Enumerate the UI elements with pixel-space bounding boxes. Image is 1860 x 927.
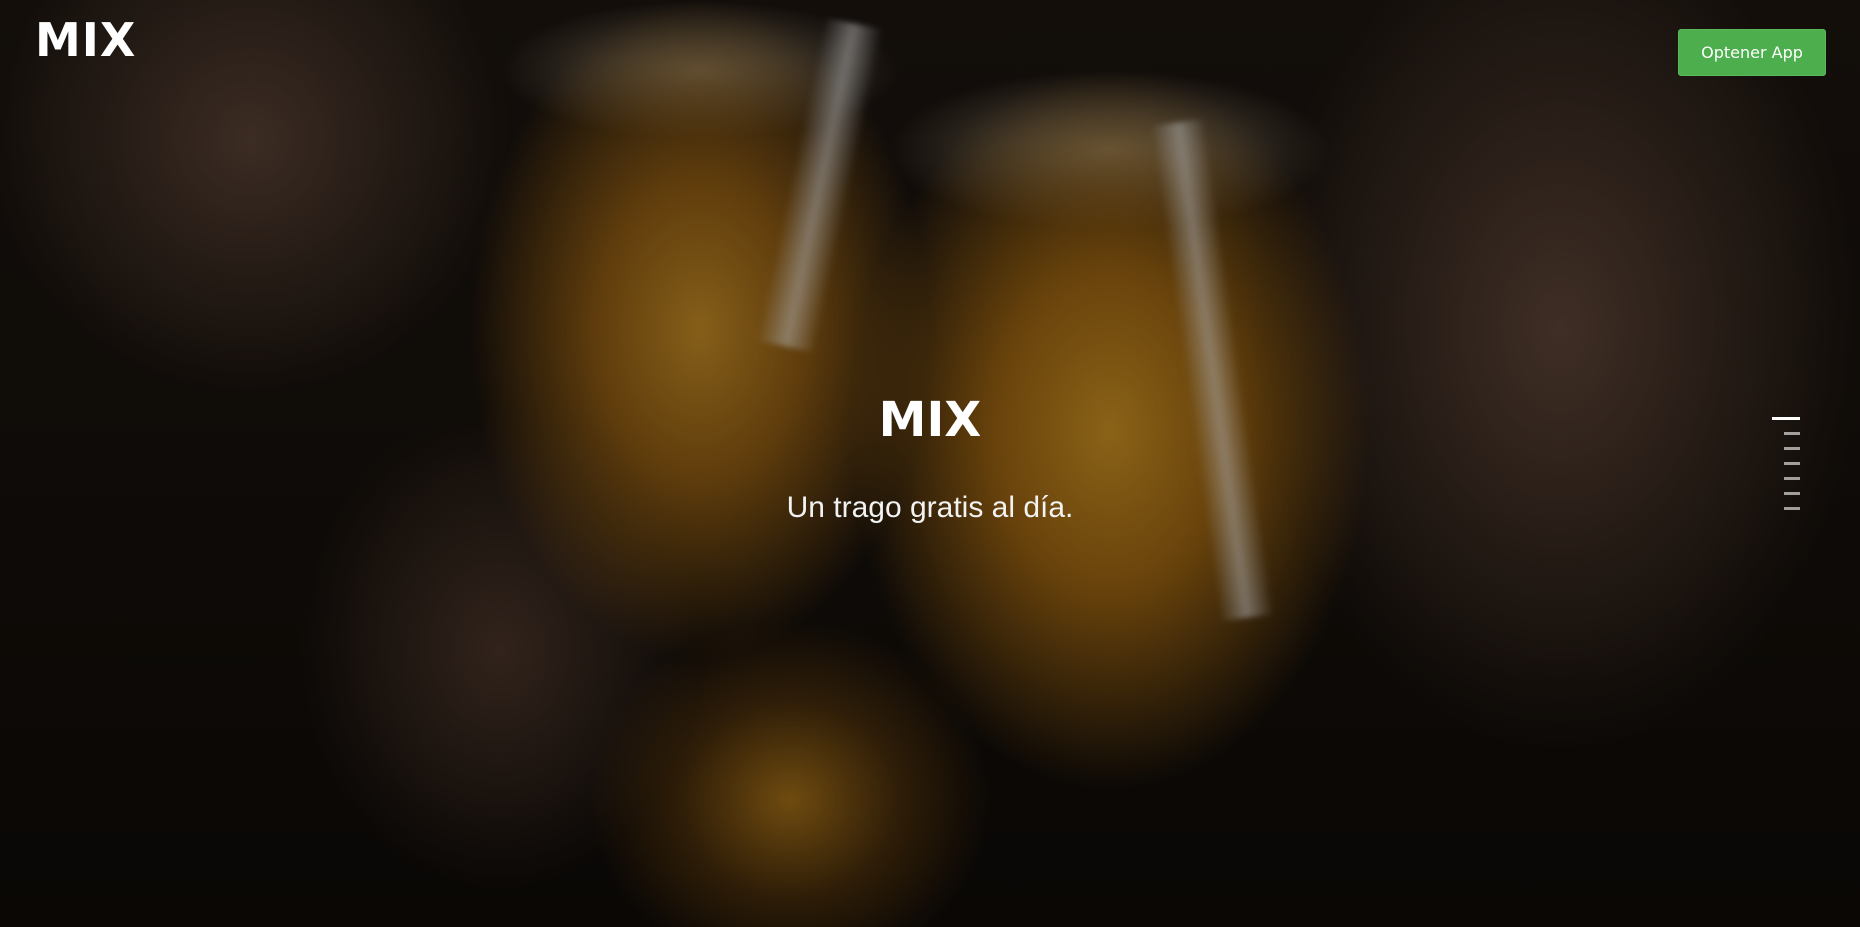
section-nav-item-5[interactable] — [1768, 477, 1800, 492]
hero-dark-overlay — [0, 0, 1860, 927]
get-app-button[interactable]: Optener App — [1678, 29, 1826, 76]
hero-title: MIX — [878, 392, 982, 448]
section-nav-item-1[interactable] — [1768, 417, 1800, 432]
section-nav — [1768, 417, 1800, 522]
section-nav-item-6[interactable] — [1768, 492, 1800, 507]
brand-logo[interactable]: MIX — [35, 12, 136, 68]
landing-page: MIX Optener App MIX Un trago gratis al d… — [0, 0, 1860, 927]
section-nav-item-7[interactable] — [1768, 507, 1800, 522]
section-nav-item-2[interactable] — [1768, 432, 1800, 447]
section-nav-item-4[interactable] — [1768, 462, 1800, 477]
section-nav-item-3[interactable] — [1768, 447, 1800, 462]
hero-subtitle: Un trago gratis al día. — [786, 491, 1074, 524]
